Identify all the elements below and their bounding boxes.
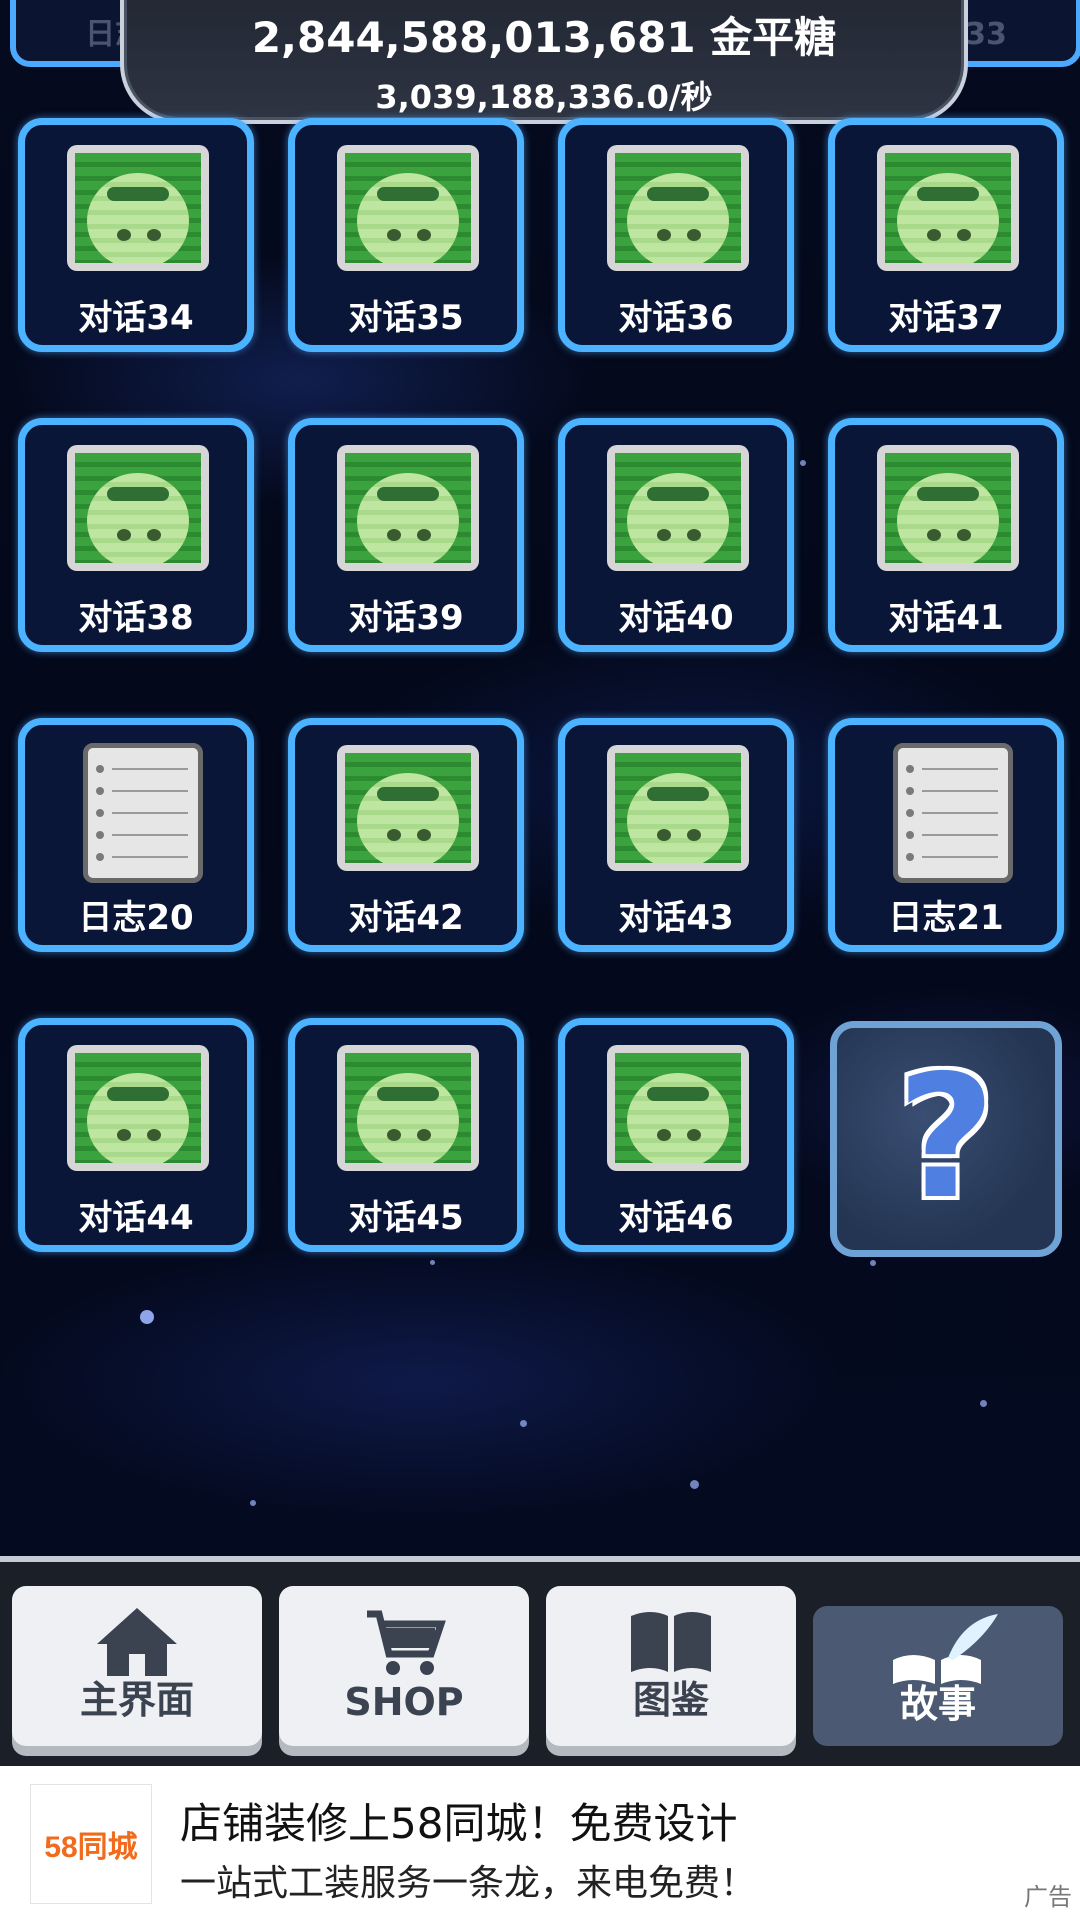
log-tile[interactable]: 日志21 <box>828 718 1064 952</box>
nav-story-button[interactable]: 故事 <box>813 1606 1063 1746</box>
ad-title: 店铺装修上58同城！免费设计 <box>180 1799 738 1848</box>
log-tile[interactable]: 日志20 <box>18 718 254 952</box>
shopping-cart-icon <box>279 1600 529 1680</box>
character-portrait-icon <box>67 445 209 571</box>
character-portrait-icon <box>607 445 749 571</box>
book-icon <box>546 1600 796 1680</box>
home-icon <box>12 1600 262 1680</box>
dialog-tile[interactable]: 对话40 <box>558 418 794 652</box>
dialog-tile[interactable]: 对话37 <box>828 118 1064 352</box>
character-portrait-icon <box>67 145 209 271</box>
tile-label: 对话42 <box>348 898 464 938</box>
locked-story-tile[interactable]: ? <box>830 1021 1062 1257</box>
nav-encyclopedia-label: 图鉴 <box>632 1678 709 1722</box>
bottom-nav: 主界面 SHOP 图鉴 故事 <box>0 1556 1080 1772</box>
notebook-icon <box>893 743 1013 883</box>
candy-total: 2,844,588,013,681 金平糖 <box>251 13 837 62</box>
character-portrait-icon <box>607 1045 749 1171</box>
notebook-icon <box>83 743 203 883</box>
ad-subtitle: 一站式工装服务一条龙，来电免费！ <box>180 1863 757 1904</box>
tile-label: 对话45 <box>348 1198 464 1238</box>
character-portrait-icon <box>337 445 479 571</box>
ad-logo-text: 58同城 <box>44 1831 138 1864</box>
tile-label: 对话40 <box>618 598 734 638</box>
nav-story-label: 故事 <box>899 1682 976 1726</box>
dialog-tile[interactable]: 对话38 <box>18 418 254 652</box>
tile-label: 对话37 <box>888 298 1004 338</box>
tile-label: 日志21 <box>888 898 1004 938</box>
tile-label: 对话41 <box>888 598 1004 638</box>
dialog-tile[interactable]: 对话46 <box>558 1018 794 1252</box>
character-portrait-icon <box>877 445 1019 571</box>
tile-label: 对话35 <box>348 298 464 338</box>
tile-label: 日志20 <box>78 898 194 938</box>
character-portrait-icon <box>337 1045 479 1171</box>
dialog-tile[interactable]: 对话42 <box>288 718 524 952</box>
character-portrait-icon <box>607 745 749 871</box>
tile-label: 对话39 <box>348 598 464 638</box>
character-portrait-icon <box>67 1045 209 1171</box>
character-portrait-icon <box>877 145 1019 271</box>
candy-rate: 3,039,188,336.0/秒 <box>375 78 713 116</box>
nav-shop-button[interactable]: SHOP <box>279 1586 529 1746</box>
character-portrait-icon <box>337 745 479 871</box>
dialog-tile[interactable]: 对话43 <box>558 718 794 952</box>
dialog-tile[interactable]: 对话41 <box>828 418 1064 652</box>
dialog-tile[interactable]: 对话36 <box>558 118 794 352</box>
tile-label: 对话34 <box>78 298 194 338</box>
nav-shop-label: SHOP <box>344 1680 464 1724</box>
character-portrait-icon <box>337 145 479 271</box>
dialog-tile[interactable]: 对话35 <box>288 118 524 352</box>
nav-home-button[interactable]: 主界面 <box>12 1586 262 1746</box>
dialog-tile[interactable]: 对话34 <box>18 118 254 352</box>
currency-panel: 2,844,588,013,681 金平糖 3,039,188,336.0/秒 <box>120 0 968 124</box>
ad-tag: 广告 <box>1024 1883 1072 1911</box>
tile-label: 对话38 <box>78 598 194 638</box>
tile-label: 对话36 <box>618 298 734 338</box>
dialog-tile[interactable]: 对话39 <box>288 418 524 652</box>
dialog-tile[interactable]: 对话44 <box>18 1018 254 1252</box>
character-portrait-icon <box>607 145 749 271</box>
dialog-tile[interactable]: 对话45 <box>288 1018 524 1252</box>
tile-label: 对话44 <box>78 1198 194 1238</box>
tile-label: 对话46 <box>618 1198 734 1238</box>
question-mark-icon: ? <box>896 1039 996 1237</box>
nav-encyclopedia-button[interactable]: 图鉴 <box>546 1586 796 1746</box>
nav-home-label: 主界面 <box>79 1678 194 1722</box>
ad-logo: 58同城 <box>30 1784 152 1904</box>
tile-label: 对话43 <box>618 898 734 938</box>
ad-banner[interactable]: 58同城 店铺装修上58同城！免费设计 一站式工装服务一条龙，来电免费！ 广告 <box>0 1766 1080 1920</box>
